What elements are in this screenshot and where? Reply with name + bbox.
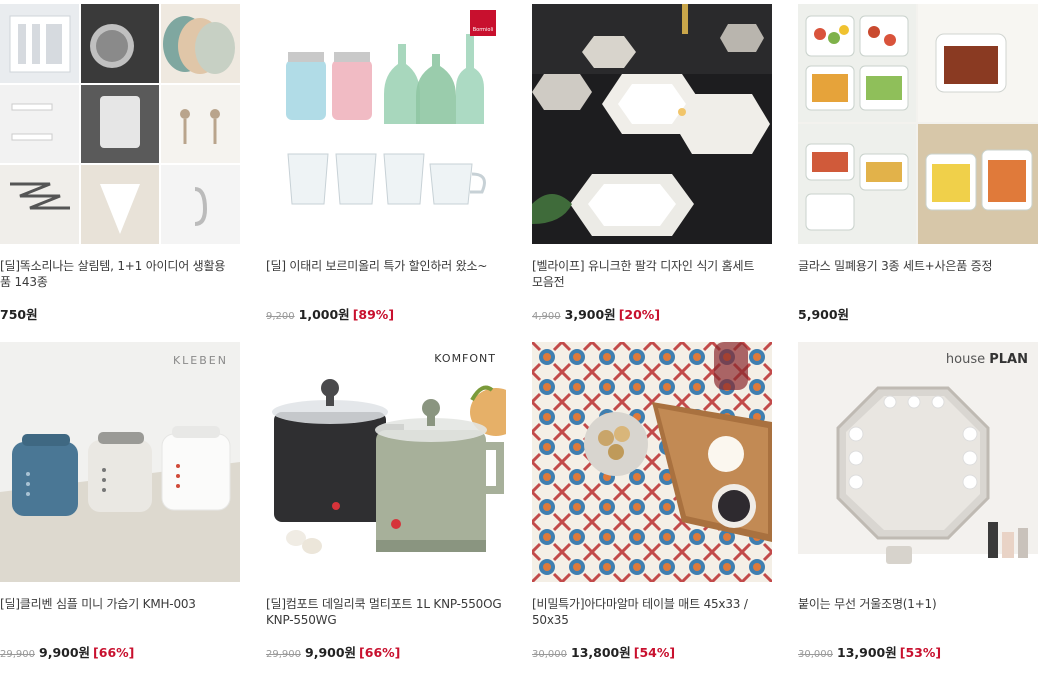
- discount-rate: [20%]: [618, 307, 661, 322]
- product-title[interactable]: [비밀특가]아다마알마 테이블 매트 45x33 / 50x35: [532, 596, 768, 628]
- price-row: 29,900 9,900원 [66%]: [266, 642, 400, 660]
- sale-price: 13,800원: [571, 645, 631, 660]
- brand-logo: Bormioli: [470, 10, 496, 36]
- discount-rate: [66%]: [359, 645, 401, 660]
- product-image[interactable]: KLEBEN: [0, 342, 240, 582]
- original-price: 4,900: [532, 311, 561, 322]
- brand-logo: KOMFONT: [434, 352, 496, 365]
- original-price: 30,000: [798, 649, 833, 660]
- product-title[interactable]: 붙이는 무선 거울조명(1+1): [798, 596, 1034, 612]
- product-title[interactable]: [딜]클리벤 심플 미니 가습기 KMH-003: [0, 596, 236, 612]
- discount-rate: [89%]: [352, 307, 395, 322]
- product-image[interactable]: [532, 342, 772, 582]
- glassware-product-image: [266, 4, 506, 244]
- mirror-light-image: [798, 342, 1038, 582]
- product-title[interactable]: [딜]컴포트 데일리쿡 멀티포트 1L KNP-550OG KNP-550WG: [266, 596, 502, 628]
- price-row: 30,000 13,800원 [54%]: [532, 642, 675, 660]
- table-mat-image: [532, 342, 772, 582]
- product-title[interactable]: 글라스 밀폐용기 3종 세트+사은품 증정: [798, 258, 1034, 274]
- product-image[interactable]: KOMFONT: [266, 342, 506, 582]
- price-row: 5,900원: [798, 304, 849, 322]
- price-row: 30,000 13,900원 [53%]: [798, 642, 941, 660]
- multi-pot-image: [266, 342, 506, 582]
- sale-price: 13,900원: [837, 645, 897, 660]
- product-image[interactable]: [0, 4, 240, 244]
- original-price: 9,200: [266, 311, 295, 322]
- product-title[interactable]: [벨라이프] 유니크한 팔각 디자인 식기 홈세트 모음전: [532, 258, 768, 290]
- original-price: 30,000: [532, 649, 567, 660]
- discount-rate: [54%]: [633, 645, 676, 660]
- sale-price: 3,900원: [564, 307, 616, 322]
- product-image[interactable]: [532, 4, 772, 244]
- brand-logo: house PLAN: [945, 352, 1028, 367]
- sale-price: 1,000원: [298, 307, 350, 322]
- discount-rate: [53%]: [899, 645, 942, 660]
- product-image[interactable]: house PLAN: [798, 342, 1038, 582]
- product-image[interactable]: [798, 4, 1038, 244]
- sale-price: 5,900원: [798, 307, 850, 322]
- product-image[interactable]: Bormioli: [266, 4, 506, 244]
- mini-humidifier-image: [0, 342, 240, 582]
- price-row: 4,900 3,900원 [20%]: [532, 304, 660, 322]
- price-row: 9,200 1,000원 [89%]: [266, 304, 394, 322]
- sale-price: 9,900원: [39, 645, 91, 660]
- brand-logo: KLEBEN: [172, 354, 228, 367]
- discount-rate: [66%]: [93, 645, 135, 660]
- price-row: 750원: [0, 304, 38, 322]
- household-goods-collage-image: [0, 4, 240, 244]
- octagonal-tableware-image: [532, 4, 772, 244]
- glass-containers-image: [798, 4, 1038, 244]
- original-price: 29,900: [0, 649, 35, 660]
- sale-price: 9,900원: [305, 645, 357, 660]
- product-title[interactable]: [딜]똑소리나는 살림템, 1+1 아이디어 생활용품 143종: [0, 258, 236, 290]
- product-title[interactable]: [딜] 이태리 보르미올리 특가 할인하러 왔소~: [266, 258, 502, 274]
- sale-price: 750원: [0, 307, 38, 322]
- original-price: 29,900: [266, 649, 301, 660]
- price-row: 29,900 9,900원 [66%]: [0, 642, 134, 660]
